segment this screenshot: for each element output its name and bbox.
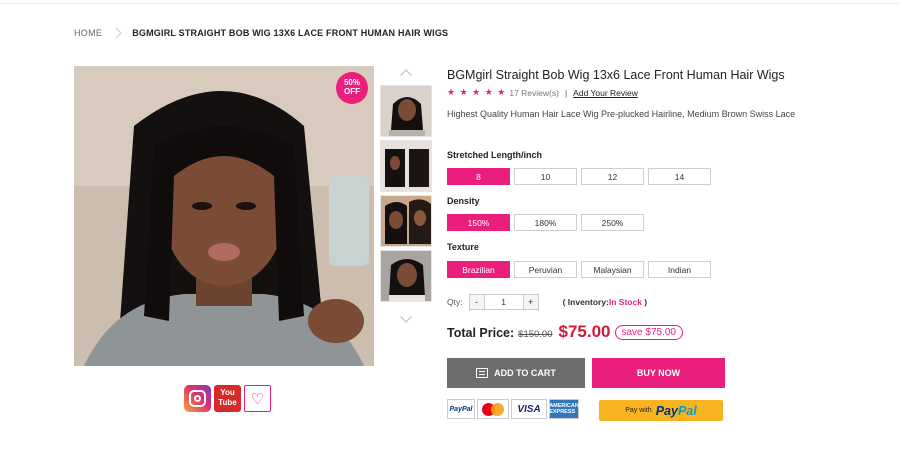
thumbnail-2[interactable] <box>380 140 432 192</box>
texture-options: Brazilian Peruvian Malaysian Indian <box>447 261 711 278</box>
inventory-suffix: ) <box>641 297 648 307</box>
paypal-checkout-button[interactable]: Pay with PayPal <box>599 400 723 421</box>
amex-card-icon: AMERICAN EXPRESS <box>549 399 579 419</box>
length-options: 8 10 12 14 <box>447 168 711 185</box>
breadcrumb-current: BGMGIRL STRAIGHT BOB WIG 13X6 LACE FRONT… <box>132 28 449 38</box>
texture-option-brazilian[interactable]: Brazilian <box>447 261 510 278</box>
youtube-label-b: Tube <box>218 398 237 407</box>
chevron-down-icon <box>400 311 412 323</box>
thumbnail-image <box>381 251 431 301</box>
paypal-with-label: Pay with <box>625 407 652 414</box>
social-links: You Tube ♡ <box>184 385 271 412</box>
cart-icon <box>476 368 489 378</box>
breadcrumb-separator-icon <box>110 27 122 39</box>
thumbnail-image <box>381 141 431 191</box>
visa-card-icon: VISA <box>511 399 547 419</box>
density-option-250[interactable]: 250% <box>581 214 644 231</box>
rating-row: ★ ★ ★ ★ ★ 17 Review(s) | Add Your Review <box>447 87 827 98</box>
inventory-status: ( Inventory:In Stock ) <box>563 297 648 307</box>
badge-off: OFF <box>344 87 360 96</box>
buy-now-button[interactable]: BUY NOW <box>592 358 725 388</box>
texture-option-peruvian[interactable]: Peruvian <box>514 261 577 278</box>
breadcrumb: HOME BGMGIRL STRAIGHT BOB WIG 13X6 LACE … <box>74 27 448 39</box>
paypal-logo-pal: Pal <box>677 403 697 418</box>
paypal-logo-pay: Pay <box>655 403 678 418</box>
chevron-up-icon <box>400 69 412 81</box>
badge-percent: 50% <box>343 78 360 87</box>
mastercard-icon <box>477 399 509 419</box>
density-options: 150% 180% 250% <box>447 214 644 231</box>
thumbnail-3[interactable] <box>380 195 432 247</box>
thumbnail-image <box>381 86 431 136</box>
density-option-150[interactable]: 150% <box>447 214 510 231</box>
length-option-12[interactable]: 12 <box>581 168 644 185</box>
sale-price: $75.00 <box>558 322 611 341</box>
quantity-label: Qty: <box>447 297 463 307</box>
length-option-14[interactable]: 14 <box>648 168 711 185</box>
paypal-card-icon: PayPal <box>447 399 475 419</box>
mastercard-orange-circle <box>491 403 504 416</box>
top-border <box>0 0 900 4</box>
payment-methods: PayPal VISA AMERICAN EXPRESS <box>447 399 579 419</box>
density-option-180[interactable]: 180% <box>514 214 577 231</box>
product-title: BGMgirl Straight Bob Wig 13x6 Lace Front… <box>447 68 785 82</box>
main-product-image[interactable]: 50% OFF <box>74 66 374 366</box>
wishlist-heart-icon[interactable]: ♡ <box>244 385 271 412</box>
inventory-prefix: ( Inventory: <box>562 297 609 307</box>
quantity-row: Qty: - 1 + ( Inventory:In Stock ) <box>447 294 647 310</box>
add-to-cart-label: ADD TO CART <box>494 368 556 378</box>
total-price-row: Total Price: $150.00 $75.00 save $75.00 <box>447 322 683 342</box>
youtube-label-a: You <box>220 388 235 397</box>
youtube-icon[interactable]: You Tube <box>214 385 241 412</box>
thumbnail-1[interactable] <box>380 85 432 137</box>
length-label: Stretched Length/inch <box>447 150 543 160</box>
product-description: Highest Quality Human Hair Lace Wig Pre-… <box>447 109 796 119</box>
rating-separator: | <box>564 87 568 98</box>
star-rating-icon: ★ ★ ★ ★ ★ <box>447 87 507 97</box>
length-option-8[interactable]: 8 <box>447 168 510 185</box>
breadcrumb-home[interactable]: HOME <box>74 28 102 38</box>
original-price: $150.00 <box>518 329 553 340</box>
sale-badge: 50% OFF <box>336 72 368 104</box>
density-label: Density <box>447 196 480 206</box>
texture-label: Texture <box>447 242 479 252</box>
add-to-cart-button[interactable]: ADD TO CART <box>447 358 585 388</box>
length-option-10[interactable]: 10 <box>514 168 577 185</box>
product-photo <box>74 66 374 366</box>
product-info: BGMgirl Straight Bob Wig 13x6 Lace Front… <box>447 68 827 421</box>
quantity-input[interactable]: 1 <box>484 294 523 310</box>
total-price-label: Total Price: <box>447 326 515 340</box>
texture-option-malaysian[interactable]: Malaysian <box>581 261 644 278</box>
paypal-logo: PayPal <box>656 404 697 418</box>
quantity-increase-button[interactable]: + <box>522 294 539 310</box>
thumbnails-up-button[interactable] <box>399 66 413 81</box>
instagram-icon[interactable] <box>184 385 211 412</box>
thumbnails-down-button[interactable] <box>399 311 413 326</box>
thumbnail-image <box>381 196 431 246</box>
quantity-decrease-button[interactable]: - <box>468 294 485 310</box>
add-review-link[interactable]: Add Your Review <box>573 88 638 98</box>
stock-status: In Stock <box>608 297 642 307</box>
instagram-dot <box>194 395 201 402</box>
review-count[interactable]: 17 Review(s) <box>509 88 559 98</box>
texture-option-indian[interactable]: Indian <box>648 261 711 278</box>
thumbnail-4[interactable] <box>380 250 432 302</box>
savings-badge: save $75.00 <box>614 325 683 340</box>
